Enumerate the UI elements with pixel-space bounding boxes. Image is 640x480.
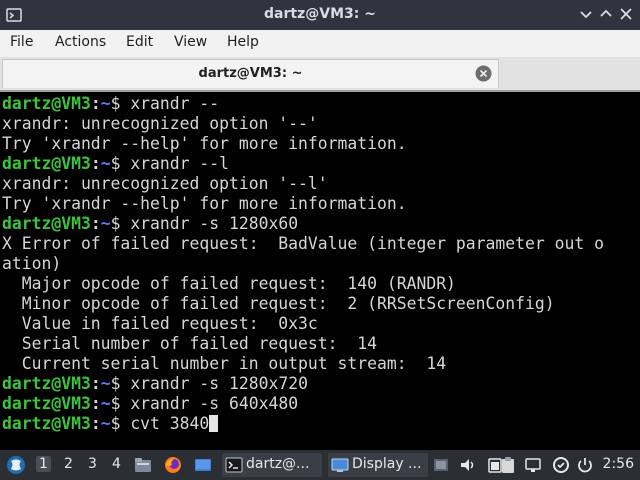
output-text: Try 'xrandr --help' for more information… [2,134,407,153]
minimize-icon[interactable] [578,6,594,22]
prompt-suffix: $ [110,394,131,413]
power-icon[interactable] [576,456,594,474]
workspace-2[interactable]: 2 [64,456,73,472]
workspace-3[interactable]: 3 [88,456,97,472]
prompt-separator: : [90,374,101,393]
output-text: Serial number of failed request: 14 [2,334,377,353]
prompt-suffix: $ [110,154,131,173]
command-text: cvt 3840 [130,414,210,433]
menu-actions[interactable]: Actions [53,34,108,50]
terminal-output-line: Try 'xrandr --help' for more information… [2,134,640,154]
window-title: dartz@VM3: ~ [264,6,376,22]
output-text: Minor opcode of failed request: 2 (RRSet… [2,294,555,313]
workspace-4[interactable]: 4 [112,456,121,472]
output-text: ation) [2,254,62,273]
output-text: X Error of failed request: BadValue (int… [2,234,604,253]
maximize-icon[interactable] [598,6,614,22]
desktop-icon[interactable] [194,456,212,474]
output-text: Try 'xrandr --help' for more information… [2,194,407,213]
output-text: Major opcode of failed request: 140 (RAN… [2,274,456,293]
terminal-output[interactable]: dartz@VM3:~$ xrandr -- xrandr: unrecogniz… [0,90,640,450]
prompt-separator: : [90,214,101,233]
task-terminal-label: dartz@... [246,456,310,472]
network-icon[interactable] [524,456,542,474]
command-text: xrandr -s 640x480 [130,394,299,413]
command-text: xrandr --l [130,154,229,173]
prompt-user: dartz@VM3 [2,154,91,173]
close-tab-icon[interactable] [475,65,492,82]
clipboard-icon[interactable] [499,456,517,474]
prompt-path: ~ [100,94,111,113]
prompt-user: dartz@VM3 [2,374,91,393]
command-text: xrandr -s 1280x60 [130,214,299,233]
prompt-user: dartz@VM3 [2,414,91,433]
terminal-output-line: Value in failed request: 0x3c [2,314,640,334]
terminal-output-line: xrandr: unrecognized option '--l' [2,174,640,194]
update-icon[interactable] [552,456,570,474]
task-display-label: Display ... [352,456,422,472]
terminal-command-line: dartz@VM3:~$ xrandr -- [2,94,640,114]
command-text: xrandr -s 1280x720 [130,374,308,393]
prompt-suffix: $ [110,414,131,433]
terminal-command-line: dartz@VM3:~$ cvt 3840 [2,414,640,434]
terminal-output-line: Current serial number in output stream: … [2,354,640,374]
title-bar[interactable]: dartz@VM3: ~ [0,0,640,30]
output-text: xrandr: unrecognized option '--l' [2,174,328,193]
prompt-user: dartz@VM3 [2,94,91,113]
task-display[interactable]: Display ... [328,453,428,477]
prompt-path: ~ [100,154,111,173]
terminal-command-line: dartz@VM3:~$ xrandr -s 640x480 [2,394,640,414]
menu-help[interactable]: Help [225,34,261,50]
prompt-user: dartz@VM3 [2,394,91,413]
display-icon [331,458,349,472]
terminal-output-line: Serial number of failed request: 14 [2,334,640,354]
prompt-path: ~ [100,394,111,413]
tab-label: dartz@VM3: ~ [198,66,303,81]
terminal-command-line: dartz@VM3:~$ xrandr --l [2,154,640,174]
clock[interactable]: 2:56 [603,456,634,472]
terminal-output-line: Minor opcode of failed request: 2 (RRSet… [2,294,640,314]
terminal-command-line: dartz@VM3:~$ xrandr -s 1280x720 [2,374,640,394]
prompt-suffix: $ [110,94,131,113]
prompt-separator: : [90,414,101,433]
taskbar: 1 2 3 4 dartz@... Display ... 2:56 [0,450,640,480]
prompt-suffix: $ [110,374,131,393]
prompt-separator: : [90,154,101,173]
media-icon[interactable] [432,456,450,474]
prompt-user: dartz@VM3 [2,214,91,233]
prompt-path: ~ [100,414,111,433]
file-manager-icon[interactable] [134,456,152,474]
firefox-icon[interactable] [164,456,182,474]
text-cursor [209,415,219,432]
terminal-icon [225,457,243,473]
prompt-path: ~ [100,374,111,393]
menu-bar: File Actions Edit View Help [0,30,640,57]
menu-view[interactable]: View [172,34,209,50]
volume-icon[interactable] [459,456,477,474]
close-window-icon[interactable] [618,6,634,22]
prompt-suffix: $ [110,214,131,233]
task-terminal[interactable]: dartz@... [222,453,322,477]
terminal-output-line: X Error of failed request: BadValue (int… [2,234,640,254]
tab-bar: dartz@VM3: ~ [0,57,640,90]
workspace-1[interactable]: 1 [36,456,51,472]
menu-edit[interactable]: Edit [124,34,155,50]
terminal-output-line: Try 'xrandr --help' for more information… [2,194,640,214]
menu-file[interactable]: File [8,34,35,50]
tab-terminal[interactable]: dartz@VM3: ~ [2,59,499,88]
terminal-output-line: xrandr: unrecognized option '--' [2,114,640,134]
terminal-command-line: dartz@VM3:~$ xrandr -s 1280x60 [2,214,640,234]
terminal-window: dartz@VM3: ~ File Actions Edit View Help… [0,0,640,450]
output-text: Current serial number in output stream: … [2,354,447,373]
prompt-path: ~ [100,214,111,233]
start-menu-icon[interactable] [6,455,26,475]
command-text: xrandr -- [130,94,220,113]
output-text: xrandr: unrecognized option '--' [2,114,318,133]
output-text: Value in failed request: 0x3c [2,314,318,333]
prompt-separator: : [90,94,101,113]
prompt-separator: : [90,394,101,413]
terminal-output-line: ation) [2,254,640,274]
terminal-output-line: Major opcode of failed request: 140 (RAN… [2,274,640,294]
